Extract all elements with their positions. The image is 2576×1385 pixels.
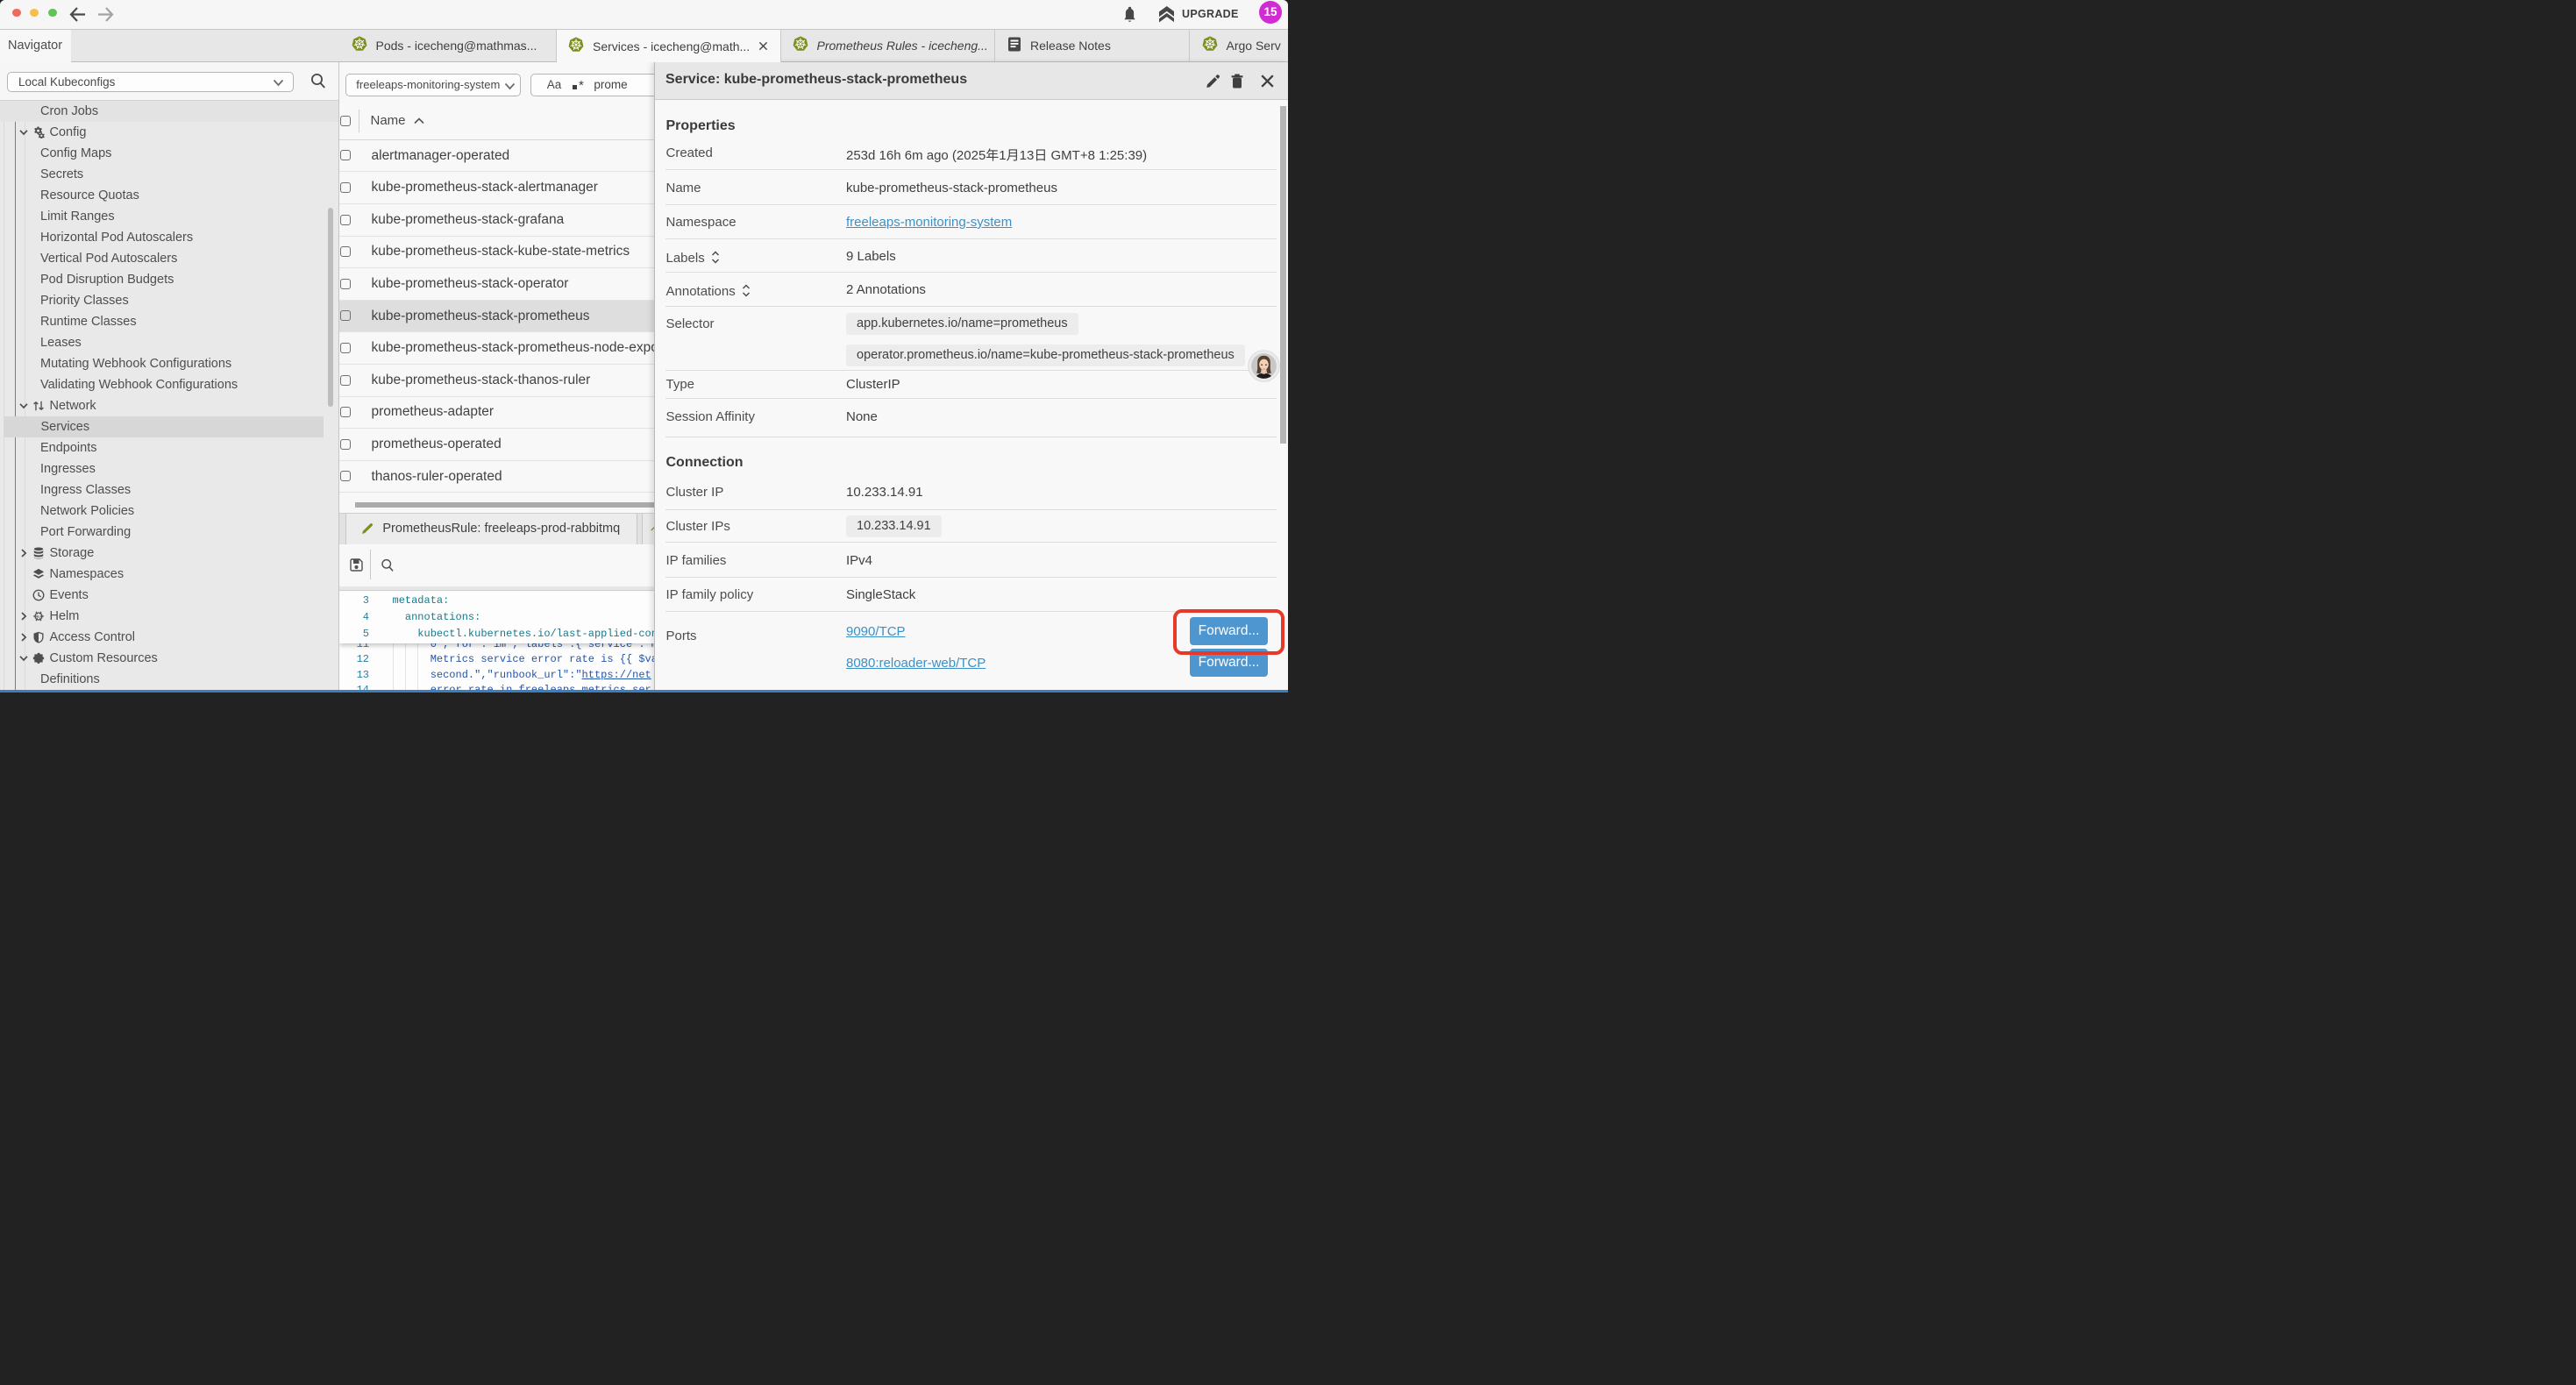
svg-text:HELM: HELM — [35, 615, 43, 619]
svg-text:*: * — [579, 79, 584, 91]
